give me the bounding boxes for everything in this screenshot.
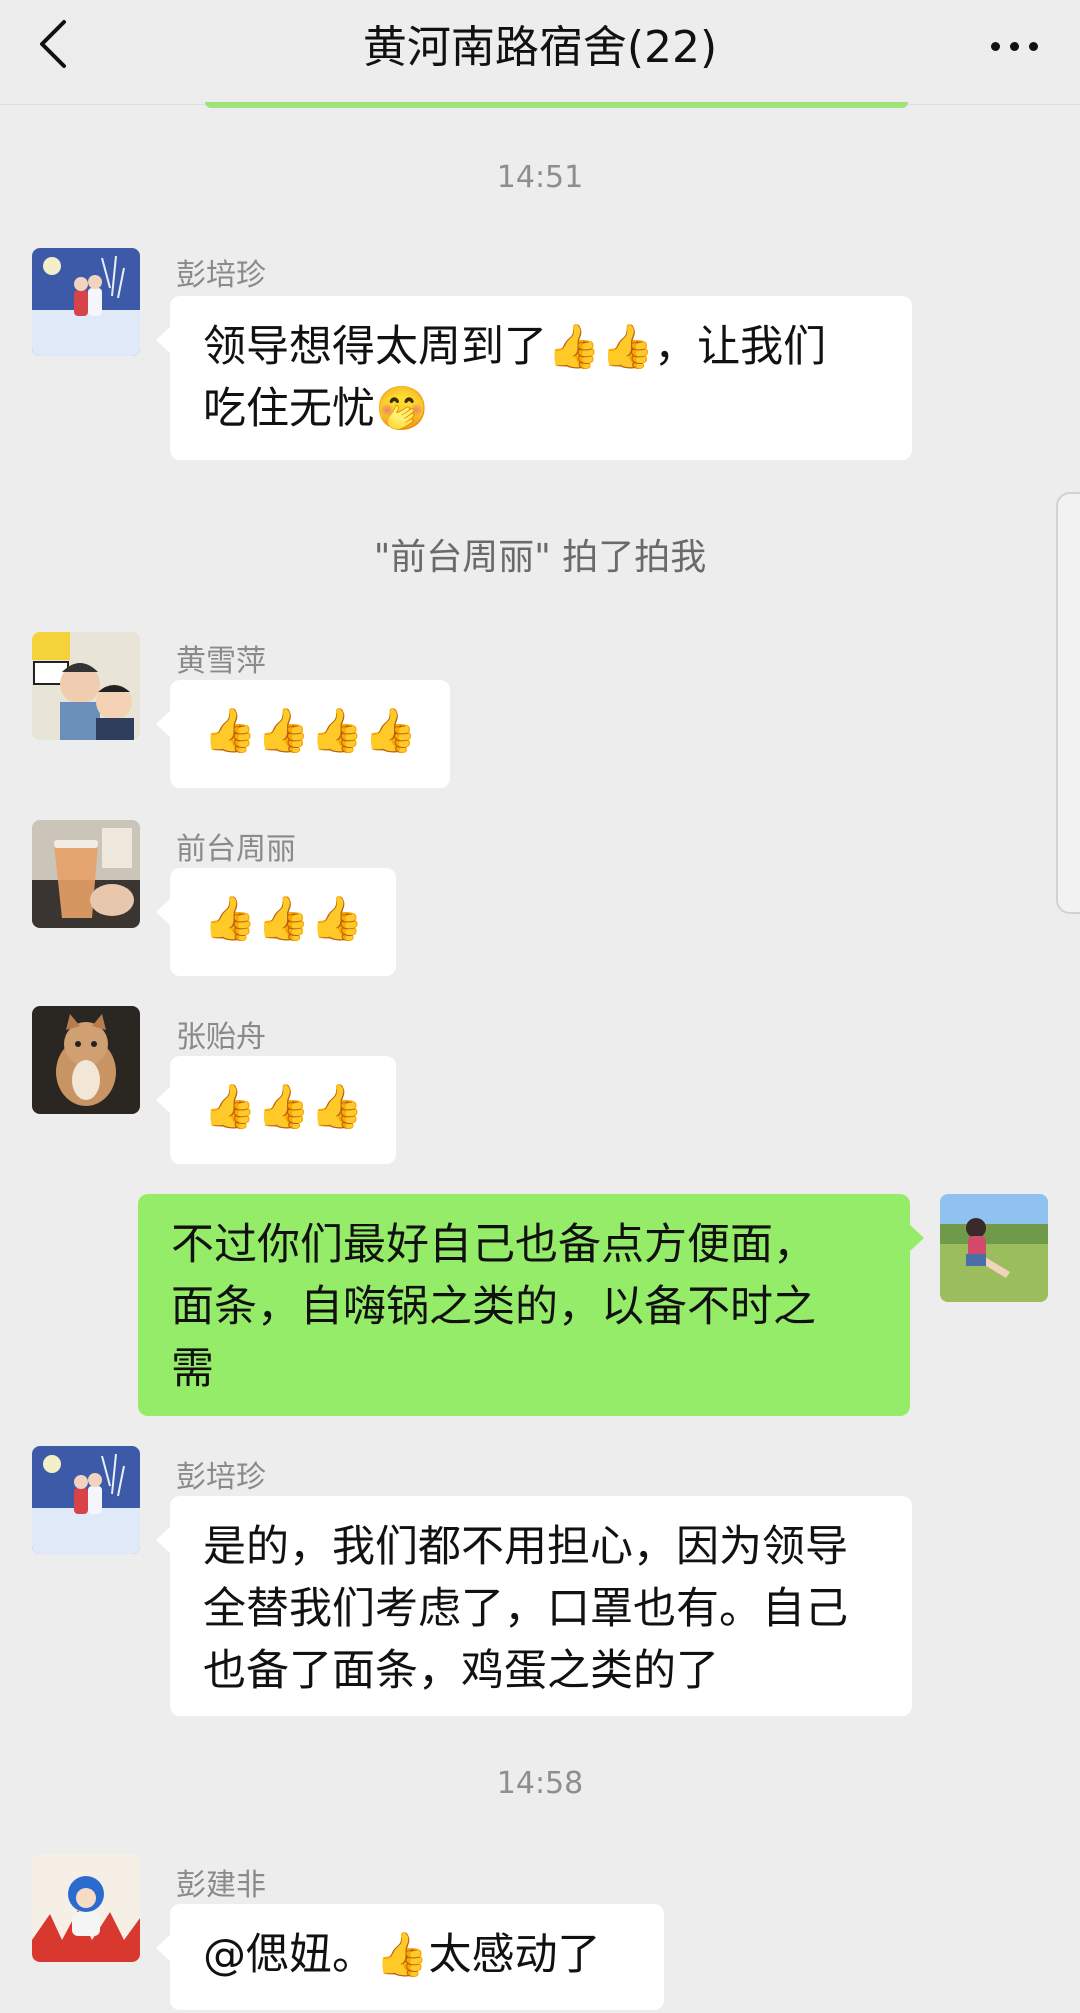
- message-line: 吃住无忧🤭: [203, 384, 429, 434]
- message-bubble[interactable]: 👍👍👍: [156, 868, 396, 976]
- sender-name: 前台周丽: [176, 832, 296, 867]
- message-line: 全替我们考虑了，口罩也有。自己: [203, 1584, 848, 1634]
- avatar[interactable]: [32, 632, 140, 740]
- timestamp: 14:58: [496, 1766, 584, 1801]
- sender-name: 张贻舟: [176, 1020, 266, 1055]
- message-line: 👍👍👍: [203, 1082, 364, 1132]
- previous-message-edge: [205, 102, 908, 108]
- avatar[interactable]: [32, 1446, 140, 1554]
- message-line: 不过你们最好自己也备点方便面，: [171, 1220, 816, 1270]
- chat-title: 黄河南路宿舍(22): [362, 22, 718, 73]
- more-dot-icon: [991, 42, 1000, 51]
- message-bubble[interactable]: 👍👍👍👍: [156, 680, 450, 788]
- avatar[interactable]: [32, 1006, 140, 1114]
- more-dot-icon: [1029, 42, 1038, 51]
- message-line: 👍👍👍: [203, 894, 364, 944]
- message-line: 需: [171, 1344, 214, 1394]
- message-bubble[interactable]: 领导想得太周到了👍👍，让我们 吃住无忧🤭: [156, 296, 912, 460]
- more-options-button[interactable]: [986, 34, 1046, 64]
- message-line: 是的，我们都不用担心，因为领导: [203, 1522, 848, 1572]
- chat-header: 黄河南路宿舍(22): [0, 0, 1080, 105]
- more-dot-icon: [1010, 42, 1019, 51]
- avatar[interactable]: [32, 1854, 140, 1962]
- my-message-bubble[interactable]: 不过你们最好自己也备点方便面， 面条，自嗨锅之类的，以备不时之 需: [138, 1194, 924, 1416]
- my-avatar[interactable]: [940, 1194, 1048, 1302]
- message-bubble[interactable]: 是的，我们都不用担心，因为领导 全替我们考虑了，口罩也有。自己 也备了面条，鸡蛋…: [156, 1496, 912, 1716]
- message-line: 领导想得太周到了👍👍，让我们: [203, 322, 827, 372]
- avatar[interactable]: [32, 248, 140, 356]
- message-bubble[interactable]: 👍👍👍: [156, 1056, 396, 1164]
- sender-name: 彭建非: [176, 1868, 266, 1903]
- timestamp: 14:51: [496, 160, 584, 195]
- message-line: @偲妞。👍太感动了: [203, 1930, 601, 1980]
- message-line: 也备了面条，鸡蛋之类的了: [203, 1646, 719, 1696]
- sender-name: 彭培珍: [176, 1460, 266, 1495]
- sender-name: 彭培珍: [176, 258, 266, 293]
- message-line: 面条，自嗨锅之类的，以备不时之: [171, 1282, 816, 1332]
- system-message: "前台周丽" 拍了拍我: [373, 537, 707, 578]
- message-bubble[interactable]: @偲妞。👍太感动了: [156, 1904, 664, 2010]
- sender-name: 黄雪萍: [176, 644, 266, 679]
- avatar[interactable]: [32, 820, 140, 928]
- message-line: 👍👍👍👍: [203, 706, 418, 756]
